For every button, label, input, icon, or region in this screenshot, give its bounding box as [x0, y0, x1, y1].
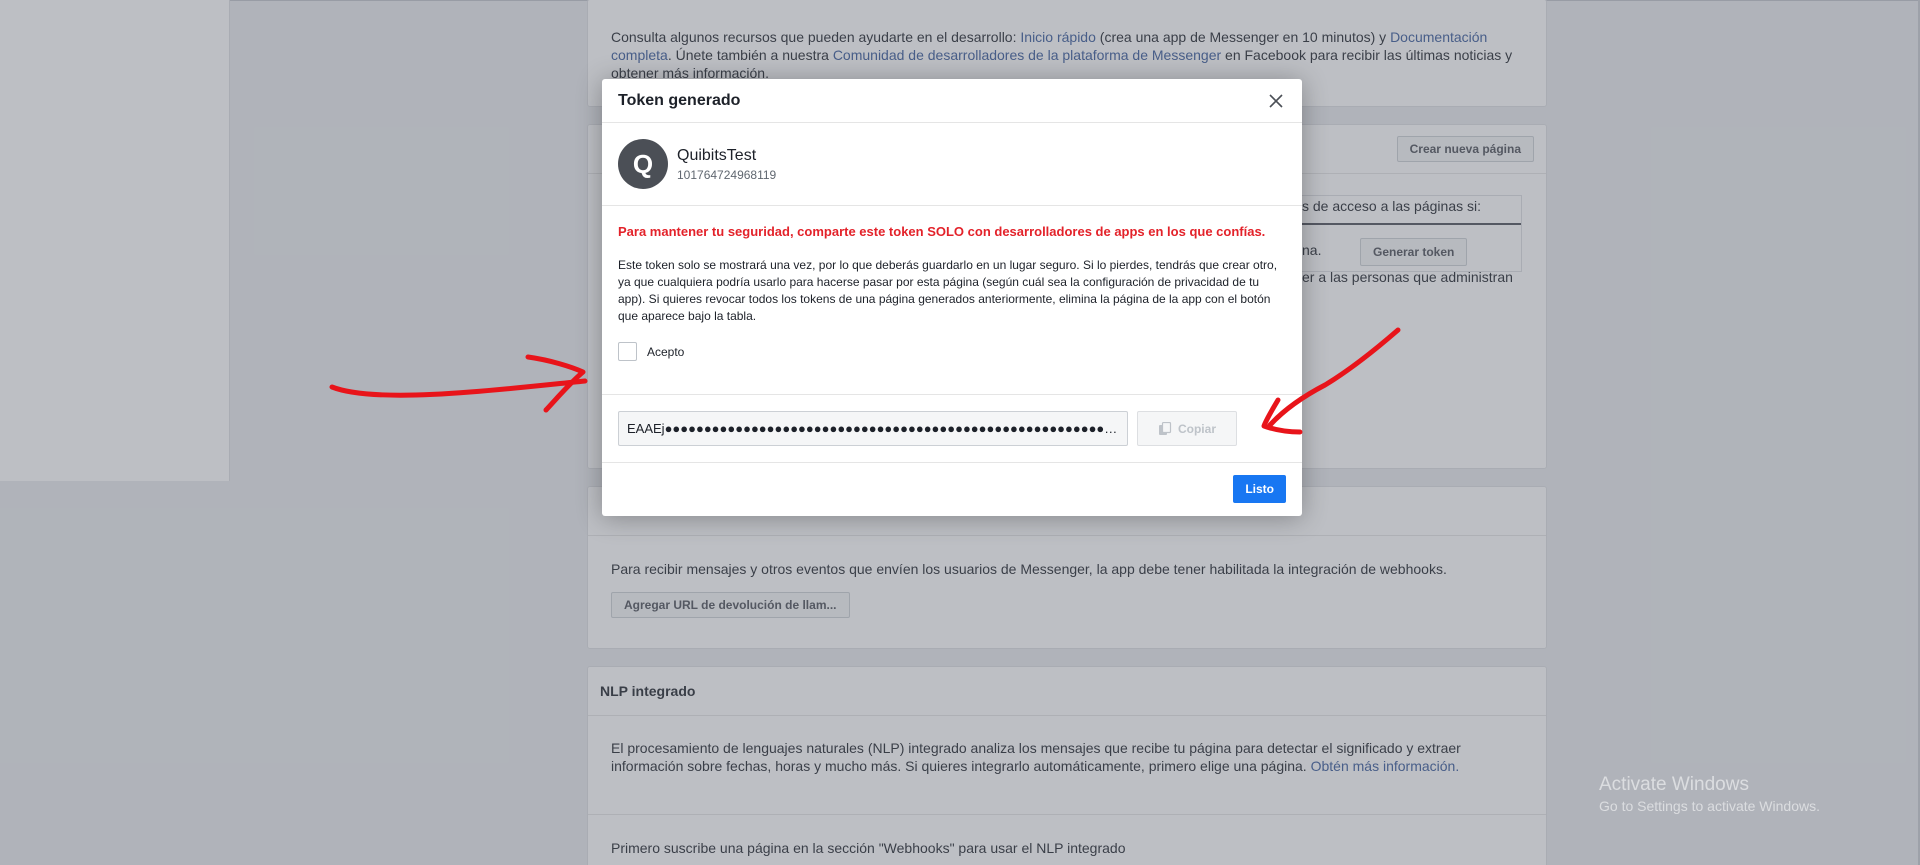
accept-label[interactable]: Acepto — [647, 345, 684, 359]
dialog-title: Token generado — [618, 91, 741, 109]
copy-label: Copiar — [1177, 421, 1216, 436]
copy-icon — [1158, 421, 1172, 435]
page-avatar: Q — [618, 139, 668, 189]
close-icon[interactable] — [1264, 89, 1288, 113]
warning-section: Para mantener tu seguridad, comparte est… — [602, 206, 1302, 395]
accept-row: Acepto — [618, 342, 1286, 361]
dialog-footer: Listo — [602, 463, 1302, 515]
page-name: QuibitsTest — [677, 146, 757, 164]
token-row: Copiar — [602, 395, 1302, 463]
windows-activation-watermark: Activate Windows Go to Settings to activ… — [1599, 773, 1820, 815]
security-warning: Para mantener tu seguridad, comparte est… — [618, 224, 1266, 239]
token-generated-dialog: Token generado Q QuibitsTest 10176472496… — [602, 79, 1302, 516]
page-id: 101764724968119 — [677, 167, 777, 182]
watermark-title: Activate Windows — [1599, 774, 1749, 795]
dialog-header: Token generado — [602, 79, 1302, 123]
copy-button[interactable]: Copiar — [1137, 411, 1237, 446]
done-button[interactable]: Listo — [1233, 475, 1286, 503]
token-info-text: Este token solo se mostrará una vez, por… — [618, 258, 1278, 323]
page-info-row: Q QuibitsTest 101764724968119 — [602, 123, 1302, 206]
token-field[interactable] — [618, 411, 1128, 446]
accept-checkbox[interactable] — [618, 342, 637, 361]
watermark-subtitle: Go to Settings to activate Windows. — [1599, 798, 1820, 814]
